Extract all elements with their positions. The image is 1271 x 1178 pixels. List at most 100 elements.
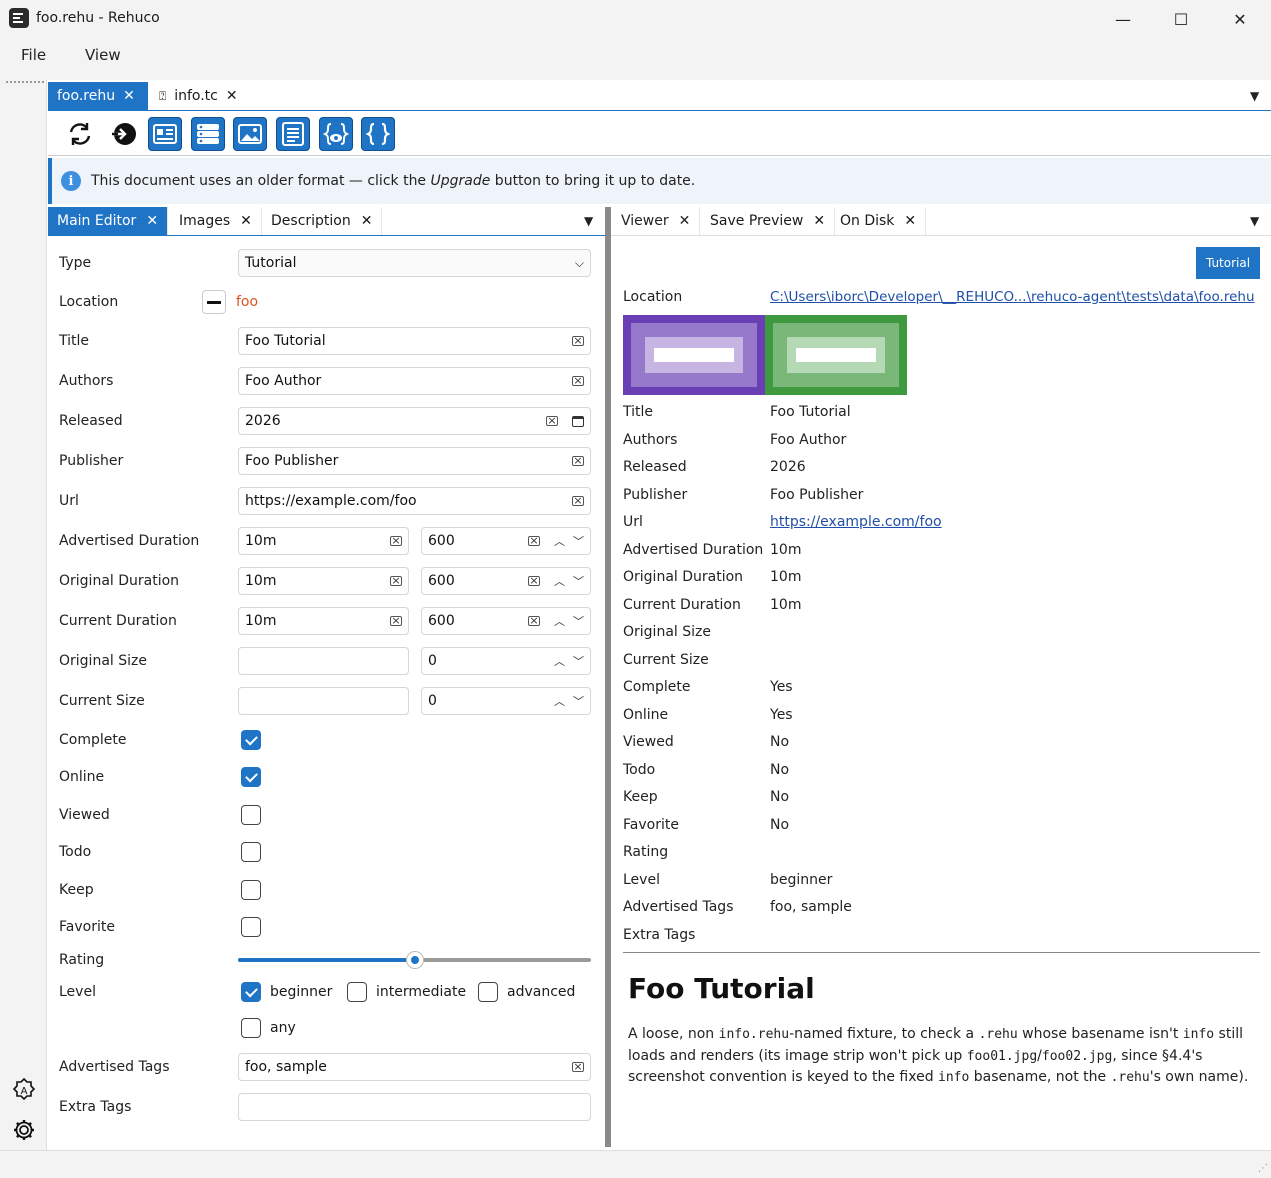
type-select[interactable]: Tutorial ⌵ xyxy=(238,249,591,277)
advertised-duration-number-input[interactable]: 600 × ︿ ﹀ xyxy=(421,527,591,555)
viewer-row-label: Keep xyxy=(623,789,658,805)
close-icon[interactable]: ✕ xyxy=(813,213,825,229)
location-toggle-button[interactable] xyxy=(202,290,226,314)
viewer-url-link[interactable]: https://example.com/foo xyxy=(770,514,942,530)
clear-icon[interactable]: × xyxy=(572,495,584,506)
close-icon[interactable]: ✕ xyxy=(904,213,916,229)
original-size-text-input[interactable] xyxy=(238,647,409,675)
chevron-up-icon[interactable]: ︿ xyxy=(554,573,565,589)
close-window-button[interactable]: ✕ xyxy=(1211,0,1269,38)
chevron-down-icon[interactable]: ﹀ xyxy=(573,533,584,549)
doc-tab-info-tc[interactable]: ⍰ info.tc ✕ xyxy=(150,82,247,110)
image-view-button[interactable] xyxy=(233,117,267,151)
field-value: 600 xyxy=(428,613,455,629)
menu-view[interactable]: View xyxy=(85,46,121,64)
chevron-down-icon[interactable]: ﹀ xyxy=(573,693,584,709)
doc-tab-foo-rehu[interactable]: foo.rehu ✕ xyxy=(48,82,148,110)
extra-tags-input[interactable] xyxy=(238,1093,591,1121)
chevron-up-icon[interactable]: ︿ xyxy=(554,613,565,629)
favorite-checkbox[interactable] xyxy=(241,917,261,937)
maximize-button[interactable]: ☐ xyxy=(1152,0,1210,38)
clear-icon[interactable]: × xyxy=(390,535,402,546)
tutorial-badge-button[interactable]: Tutorial xyxy=(1196,247,1260,279)
complete-checkbox[interactable] xyxy=(241,730,261,750)
clear-icon[interactable]: × xyxy=(528,575,540,586)
publisher-input[interactable]: Foo Publisher × xyxy=(238,447,591,475)
chevron-down-icon[interactable]: ﹀ xyxy=(573,573,584,589)
todo-checkbox[interactable] xyxy=(241,842,261,862)
keep-checkbox[interactable] xyxy=(241,880,261,900)
original-duration-text-input[interactable]: 10m × xyxy=(238,567,409,595)
left-tabs-overflow-icon[interactable]: ▼ xyxy=(584,214,593,228)
rail-grip[interactable] xyxy=(6,81,44,83)
location-value[interactable]: foo xyxy=(236,294,258,310)
minimize-button[interactable]: — xyxy=(1094,0,1152,38)
thumbnail-image-1[interactable] xyxy=(623,315,765,395)
json-button[interactable] xyxy=(361,117,395,151)
json-preview-button[interactable] xyxy=(319,117,353,151)
close-icon[interactable]: ✕ xyxy=(240,213,252,229)
theme-icon[interactable]: A xyxy=(12,1078,36,1102)
advertised-duration-text-input[interactable]: 10m × xyxy=(238,527,409,555)
clear-icon[interactable]: × xyxy=(390,575,402,586)
clear-icon[interactable]: × xyxy=(528,615,540,626)
chevron-down-icon[interactable]: ﹀ xyxy=(573,653,584,669)
clear-icon[interactable]: × xyxy=(572,375,584,386)
card-view-button[interactable] xyxy=(148,117,182,151)
tab-viewer[interactable]: Viewer ✕ xyxy=(612,207,701,235)
viewed-checkbox[interactable] xyxy=(241,805,261,825)
level-advanced-checkbox[interactable] xyxy=(478,982,498,1002)
calendar-icon[interactable] xyxy=(572,415,584,427)
list-view-button[interactable] xyxy=(191,117,225,151)
chevron-down-icon[interactable]: ﹀ xyxy=(573,613,584,629)
tab-description[interactable]: Description ✕ xyxy=(262,207,383,235)
text-view-button[interactable] xyxy=(276,117,310,151)
tab-main-editor[interactable]: Main Editor ✕ xyxy=(48,207,169,235)
clear-icon[interactable]: × xyxy=(528,535,540,546)
close-icon[interactable]: ✕ xyxy=(361,213,373,229)
tab-save-preview[interactable]: Save Preview ✕ xyxy=(701,207,836,235)
original-size-number-input[interactable]: 0 ︿ ﹀ xyxy=(421,647,591,675)
close-icon[interactable]: ✕ xyxy=(226,88,238,104)
pane-splitter[interactable] xyxy=(605,207,611,1147)
online-checkbox[interactable] xyxy=(241,767,261,787)
settings-gear-icon[interactable] xyxy=(12,1118,36,1142)
doc-tabs-overflow-icon[interactable]: ▼ xyxy=(1250,89,1259,103)
current-duration-number-input[interactable]: 600 × ︿ ﹀ xyxy=(421,607,591,635)
menu-file[interactable]: File xyxy=(21,46,46,64)
clear-icon[interactable]: × xyxy=(572,1061,584,1072)
level-beginner-checkbox[interactable] xyxy=(241,982,261,1002)
chevron-up-icon[interactable]: ︿ xyxy=(554,533,565,549)
current-size-number-input[interactable]: 0 ︿ ﹀ xyxy=(421,687,591,715)
clear-icon[interactable]: × xyxy=(572,335,584,346)
upgrade-button[interactable] xyxy=(106,117,140,151)
clear-icon[interactable]: × xyxy=(572,455,584,466)
current-size-text-input[interactable] xyxy=(238,687,409,715)
advertised-tags-input[interactable]: foo, sample × xyxy=(238,1053,591,1081)
chevron-up-icon[interactable]: ︿ xyxy=(554,693,565,709)
refresh-button[interactable] xyxy=(63,117,97,151)
tab-on-disk[interactable]: On Disk ✕ xyxy=(831,207,927,235)
title-input[interactable]: Foo Tutorial × xyxy=(238,327,591,355)
close-icon[interactable]: ✕ xyxy=(146,213,158,229)
current-duration-text-input[interactable]: 10m × xyxy=(238,607,409,635)
released-input[interactable]: 2026 × xyxy=(238,407,591,435)
tab-images[interactable]: Images ✕ xyxy=(170,207,262,235)
thumb-core xyxy=(796,348,876,362)
right-tabs-overflow-icon[interactable]: ▼ xyxy=(1250,214,1259,228)
original-duration-number-input[interactable]: 600 × ︿ ﹀ xyxy=(421,567,591,595)
resize-grip-icon[interactable]: ⋰ xyxy=(1258,1163,1268,1174)
viewer-location-link[interactable]: C:\Users\iborc\Developer\__REHUCO...\reh… xyxy=(770,289,1255,305)
rating-slider-thumb[interactable] xyxy=(406,951,424,969)
clear-icon[interactable]: × xyxy=(390,615,402,626)
thumbnail-image-2[interactable] xyxy=(765,315,907,395)
clear-icon[interactable]: × xyxy=(546,415,558,426)
close-icon[interactable]: ✕ xyxy=(679,213,691,229)
url-input[interactable]: https://example.com/foo × xyxy=(238,487,591,515)
viewer-row-value: 10m xyxy=(770,597,802,613)
level-intermediate-checkbox[interactable] xyxy=(347,982,367,1002)
level-any-checkbox[interactable] xyxy=(241,1018,261,1038)
chevron-up-icon[interactable]: ︿ xyxy=(554,653,565,669)
authors-input[interactable]: Foo Author × xyxy=(238,367,591,395)
close-icon[interactable]: ✕ xyxy=(123,88,135,104)
